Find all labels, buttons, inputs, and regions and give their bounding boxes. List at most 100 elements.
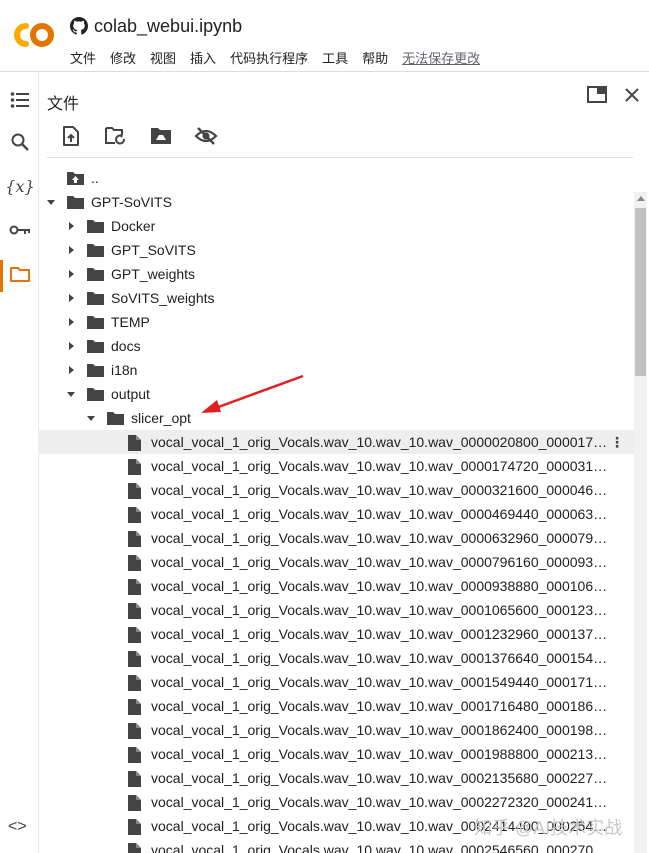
file-icon bbox=[128, 722, 145, 739]
open-in-tab-button[interactable] bbox=[587, 86, 607, 109]
file-row[interactable]: vocal_vocal_1_orig_Vocals.wav_10.wav_10.… bbox=[38, 742, 636, 766]
expand-arrow-icon[interactable] bbox=[67, 392, 75, 397]
file-name: vocal_vocal_1_orig_Vocals.wav_10.wav_10.… bbox=[151, 530, 611, 546]
menu-edit[interactable]: 修改 bbox=[110, 48, 136, 67]
file-name: vocal_vocal_1_orig_Vocals.wav_10.wav_10.… bbox=[151, 842, 611, 853]
file-row[interactable]: vocal_vocal_1_orig_Vocals.wav_10.wav_10.… bbox=[38, 502, 636, 526]
folder-icon bbox=[87, 338, 104, 354]
file-icon bbox=[128, 506, 145, 523]
file-name: vocal_vocal_1_orig_Vocals.wav_10.wav_10.… bbox=[151, 674, 611, 690]
search-button[interactable] bbox=[4, 128, 36, 160]
window-icon bbox=[587, 86, 607, 108]
menu-help[interactable]: 帮助 bbox=[362, 48, 388, 67]
file-row[interactable]: vocal_vocal_1_orig_Vocals.wav_10.wav_10.… bbox=[38, 478, 636, 502]
collapse-arrow-icon[interactable] bbox=[69, 342, 74, 350]
collapse-arrow-icon[interactable] bbox=[69, 318, 74, 326]
toc-button[interactable] bbox=[4, 86, 36, 118]
tree-row-slicer-opt[interactable]: slicer_opt bbox=[38, 406, 636, 430]
file-row[interactable]: vocal_vocal_1_orig_Vocals.wav_10.wav_10.… bbox=[38, 550, 636, 574]
file-name: vocal_vocal_1_orig_Vocals.wav_10.wav_10.… bbox=[151, 458, 611, 474]
file-row[interactable]: vocal_vocal_1_orig_Vocals.wav_10.wav_10.… bbox=[38, 838, 636, 853]
file-row[interactable]: vocal_vocal_1_orig_Vocals.wav_10.wav_10.… bbox=[38, 646, 636, 670]
tree-row-folder[interactable]: Docker bbox=[38, 214, 636, 238]
toggle-hidden-button[interactable] bbox=[193, 124, 219, 152]
file-row[interactable]: vocal_vocal_1_orig_Vocals.wav_10.wav_10.… bbox=[38, 622, 636, 646]
colab-window: colab_webui.ipynb 文件 修改 视图 插入 代码执行程序 工具 … bbox=[0, 0, 649, 853]
file-row[interactable]: vocal_vocal_1_orig_Vocals.wav_10.wav_10.… bbox=[38, 670, 636, 694]
file-name: vocal_vocal_1_orig_Vocals.wav_10.wav_10.… bbox=[151, 434, 611, 450]
file-icon bbox=[128, 818, 145, 835]
menu-bar: 文件 修改 视图 插入 代码执行程序 工具 帮助 无法保存更改 bbox=[70, 48, 494, 67]
mount-drive-button[interactable] bbox=[148, 124, 174, 152]
file-row[interactable]: vocal_vocal_1_orig_Vocals.wav_10.wav_10.… bbox=[38, 766, 636, 790]
collapse-arrow-icon[interactable] bbox=[69, 246, 74, 254]
menu-insert[interactable]: 插入 bbox=[190, 48, 216, 67]
tree-row-folder[interactable]: SoVITS_weights bbox=[38, 286, 636, 310]
file-icon bbox=[128, 434, 145, 451]
file-name: vocal_vocal_1_orig_Vocals.wav_10.wav_10.… bbox=[151, 554, 611, 570]
file-name: vocal_vocal_1_orig_Vocals.wav_10.wav_10.… bbox=[151, 770, 611, 786]
variables-icon: {x} bbox=[5, 176, 35, 196]
file-row[interactable]: vocal_vocal_1_orig_Vocals.wav_10.wav_10.… bbox=[38, 526, 636, 550]
collapse-arrow-icon[interactable] bbox=[69, 294, 74, 302]
file-row[interactable]: vocal_vocal_1_orig_Vocals.wav_10.wav_10.… bbox=[38, 454, 636, 478]
annotation-arrow bbox=[195, 372, 307, 421]
menu-file[interactable]: 文件 bbox=[70, 48, 96, 67]
tree-row-output[interactable]: output bbox=[38, 382, 636, 406]
collapse-arrow-icon[interactable] bbox=[69, 366, 74, 374]
menu-view[interactable]: 视图 bbox=[150, 48, 176, 67]
colab-logo[interactable] bbox=[12, 20, 56, 55]
tree-row-folder[interactable]: TEMP bbox=[38, 310, 636, 334]
notebook-title[interactable]: colab_webui.ipynb bbox=[94, 16, 242, 37]
file-name: vocal_vocal_1_orig_Vocals.wav_10.wav_10.… bbox=[151, 794, 611, 810]
panel-title: 文件 bbox=[47, 96, 80, 113]
file-name: vocal_vocal_1_orig_Vocals.wav_10.wav_10.… bbox=[151, 506, 611, 522]
search-icon bbox=[10, 132, 30, 157]
tree-row-folder[interactable]: docs bbox=[38, 334, 636, 358]
more-options-icon[interactable]: ⋮ bbox=[610, 430, 624, 454]
file-row[interactable]: vocal_vocal_1_orig_Vocals.wav_10.wav_10.… bbox=[38, 598, 636, 622]
menu-tools[interactable]: 工具 bbox=[322, 48, 348, 67]
folder-icon bbox=[87, 266, 104, 282]
menu-runtime[interactable]: 代码执行程序 bbox=[230, 48, 308, 67]
file-row[interactable]: vocal_vocal_1_orig_Vocals.wav_10.wav_10.… bbox=[38, 790, 636, 814]
tree-row-folder[interactable]: GPT_weights bbox=[38, 262, 636, 286]
folder-icon bbox=[87, 242, 104, 258]
drive-icon bbox=[150, 127, 172, 150]
file-icon bbox=[128, 578, 145, 595]
variables-button[interactable]: {x} bbox=[4, 170, 36, 202]
expand-arrow-icon[interactable] bbox=[47, 200, 55, 205]
secrets-button[interactable] bbox=[4, 216, 36, 248]
file-name: vocal_vocal_1_orig_Vocals.wav_10.wav_10.… bbox=[151, 602, 611, 618]
file-icon bbox=[128, 698, 145, 715]
close-panel-button[interactable] bbox=[624, 87, 640, 108]
tree-row-root[interactable]: GPT-SoVITS bbox=[38, 190, 636, 214]
collapse-arrow-icon[interactable] bbox=[69, 222, 74, 230]
upload-button[interactable] bbox=[58, 124, 84, 152]
file-name: vocal_vocal_1_orig_Vocals.wav_10.wav_10.… bbox=[151, 650, 611, 666]
collapse-arrow-icon[interactable] bbox=[69, 270, 74, 278]
toolbar-divider bbox=[47, 157, 633, 158]
file-row[interactable]: vocal_vocal_1_orig_Vocals.wav_10.wav_10.… bbox=[38, 694, 636, 718]
active-indicator bbox=[0, 260, 3, 292]
scrollbar-thumb[interactable] bbox=[635, 208, 646, 376]
tree-row-folder[interactable]: i18n bbox=[38, 358, 636, 382]
code-toggle-icon[interactable]: <> bbox=[8, 818, 27, 836]
folder-icon bbox=[87, 314, 104, 330]
file-row[interactable]: vocal_vocal_1_orig_Vocals.wav_10.wav_10.… bbox=[38, 718, 636, 742]
scroll-up-arrow-icon[interactable] bbox=[637, 196, 645, 201]
github-icon[interactable] bbox=[70, 17, 88, 40]
file-icon bbox=[128, 554, 145, 571]
refresh-button[interactable] bbox=[103, 124, 129, 152]
tree-row-folder[interactable]: GPT_SoVITS bbox=[38, 238, 636, 262]
expand-arrow-icon[interactable] bbox=[87, 416, 95, 421]
file-icon bbox=[128, 482, 145, 499]
file-row[interactable]: vocal_vocal_1_orig_Vocals.wav_10.wav_10.… bbox=[38, 574, 636, 598]
file-icon bbox=[128, 650, 145, 667]
unsaved-changes-link[interactable]: 无法保存更改 bbox=[402, 48, 480, 67]
file-icon bbox=[128, 602, 145, 619]
close-icon bbox=[624, 88, 640, 107]
tree-row-parent[interactable]: .. bbox=[38, 166, 636, 190]
files-button[interactable] bbox=[4, 260, 36, 292]
file-row[interactable]: vocal_vocal_1_orig_Vocals.wav_10.wav_10.… bbox=[38, 430, 636, 454]
